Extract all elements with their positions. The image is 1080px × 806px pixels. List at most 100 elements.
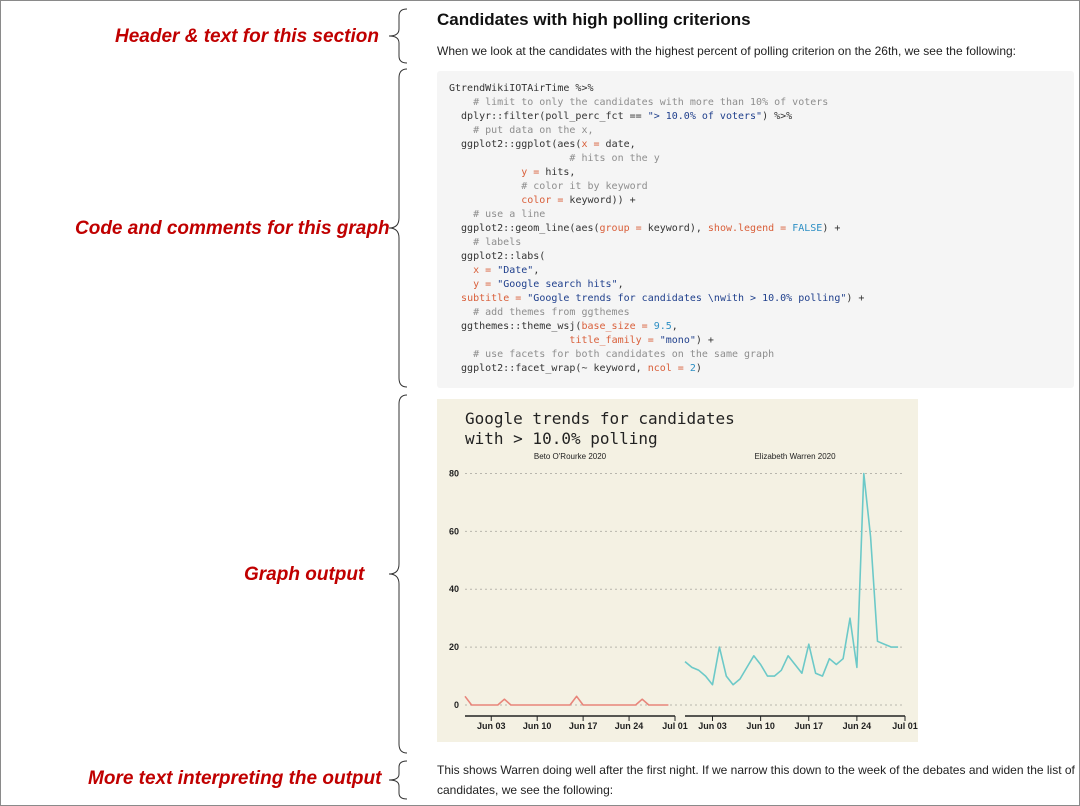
code-token: GtrendWikiIOTAirTime %>% [449,83,594,94]
annotation-header: Header & text for this section [115,26,379,47]
code-token: group = [599,223,648,234]
x-tick-label: Jul 01 [662,721,688,731]
code-line: color = keyword)) + [449,194,1062,208]
section-title: Candidates with high polling criterions [437,10,751,29]
code-token: ggplot2::labs( [449,251,546,262]
code-line: ggplot2::geom_line(aes(group = keyword),… [449,222,1062,236]
x-tick-label: Jun 03 [698,721,727,731]
chart-title-line: Google trends for candidates [465,409,735,428]
code-line: # use a line [449,208,1062,222]
code-token: subtitle = [461,293,528,304]
code-line: # add themes from ggthemes [449,306,1062,320]
code-token: x = [581,139,606,150]
annotation-graph: Graph output [244,564,365,585]
brace-more-text [385,760,409,800]
code-token: # put data on the x, [449,125,594,136]
code-line: # limit to only the candidates with more… [449,96,1062,110]
code-token: keyword), [647,223,708,234]
code-token: ggplot2::facet_wrap(~ keyword, [449,363,648,374]
code-token: # add themes from ggthemes [449,307,630,318]
brace-graph [385,394,409,754]
code-token: base_size = [581,321,654,332]
code-token: keyword)) + [569,195,636,206]
y-tick-label: 80 [449,468,459,478]
code-token: x = [473,265,498,276]
code-token: , [533,265,540,276]
code-token: # limit to only the candidates with more… [449,97,829,108]
code-line: x = "Date", [449,264,1062,278]
brace-code [385,68,409,388]
code-line: # color it by keyword [449,180,1062,194]
graph-output: Google trends for candidates with > 10.0%… [437,399,918,742]
code-token: ggplot2::geom_line(aes( [449,223,600,234]
x-tick-label: Jun 17 [794,721,823,731]
code-token: # use a line [449,209,546,220]
code-token: hits, [545,167,576,178]
code-token: FALSE [792,223,823,234]
facet-line-chart: Google trends for candidateswith > 10.0%… [437,399,918,742]
x-tick-label: Jun 10 [746,721,775,731]
code-token: 9.5 [653,321,672,332]
chart-title-line: with > 10.0% polling [465,429,658,448]
code-token: y = [521,167,546,178]
code-line: GtrendWikiIOTAirTime %>% [449,82,1062,96]
code-token: show.legend = [707,223,793,234]
code-line: # use facets for both candidates on the … [449,348,1062,362]
section-outro-line1: This shows Warren doing well after the f… [437,763,1075,777]
code-token: color = [521,195,570,206]
code-token: date, [605,139,636,150]
code-token: # use facets for both candidates on the … [449,349,775,360]
code-token: ) [695,363,702,374]
code-token: "> 10.0% of voters" [647,111,763,122]
brace-header [385,8,409,64]
y-tick-label: 40 [449,584,459,594]
code-line: # labels [449,236,1062,250]
y-tick-label: 20 [449,642,459,652]
section-outro-line2: candidates, we see the following: [437,783,614,797]
facet-title: Elizabeth Warren 2020 [754,452,836,461]
code-block: GtrendWikiIOTAirTime %>% # limit to only… [437,71,1074,388]
code-token: dplyr::filter(poll_perc_fct == [449,111,648,122]
code-line: y = "Google search hits", [449,278,1062,292]
section-intro: When we look at the candidates with the … [437,44,1017,58]
code-token: ggthemes::theme_wsj( [449,321,582,332]
code-line: ggplot2::labs( [449,250,1062,264]
code-token: ggplot2::ggplot(aes( [449,139,582,150]
code-line: ggthemes::theme_wsj(base_size = 9.5, [449,320,1062,334]
code-line: ggplot2::facet_wrap(~ keyword, ncol = 2) [449,362,1062,376]
x-tick-label: Jun 24 [615,721,644,731]
x-tick-label: Jun 24 [843,721,872,731]
code-line: ggplot2::ggplot(aes(x = date, [449,138,1062,152]
x-tick-label: Jun 03 [477,721,506,731]
code-token: "Google search hits" [497,279,618,290]
code-token: ) + [846,293,865,304]
code-token: "mono" [659,335,696,346]
code-line: title_family = "mono") + [449,334,1062,348]
code-token: , [671,321,678,332]
chart-background [437,399,918,742]
x-tick-label: Jul 01 [892,721,918,731]
x-tick-label: Jun 10 [523,721,552,731]
code-line: # hits on the y [449,152,1062,166]
annotation-more-text: More text interpreting the output [88,768,382,789]
code-token: y = [473,279,498,290]
code-token: ) + [695,335,714,346]
code-token: "Date" [497,265,534,276]
code-token: # color it by keyword [449,181,648,192]
x-tick-label: Jun 17 [569,721,598,731]
code-line: # put data on the x, [449,124,1062,138]
y-tick-label: 60 [449,526,459,536]
code-line: dplyr::filter(poll_perc_fct == "> 10.0% … [449,110,1062,124]
code-token: ) %>% [762,111,793,122]
code-line: y = hits, [449,166,1062,180]
code-token: ncol = [647,363,690,374]
code-line: subtitle = "Google trends for candidates… [449,292,1062,306]
facet-title: Beto O'Rourke 2020 [534,452,607,461]
code-token: # labels [449,237,522,248]
